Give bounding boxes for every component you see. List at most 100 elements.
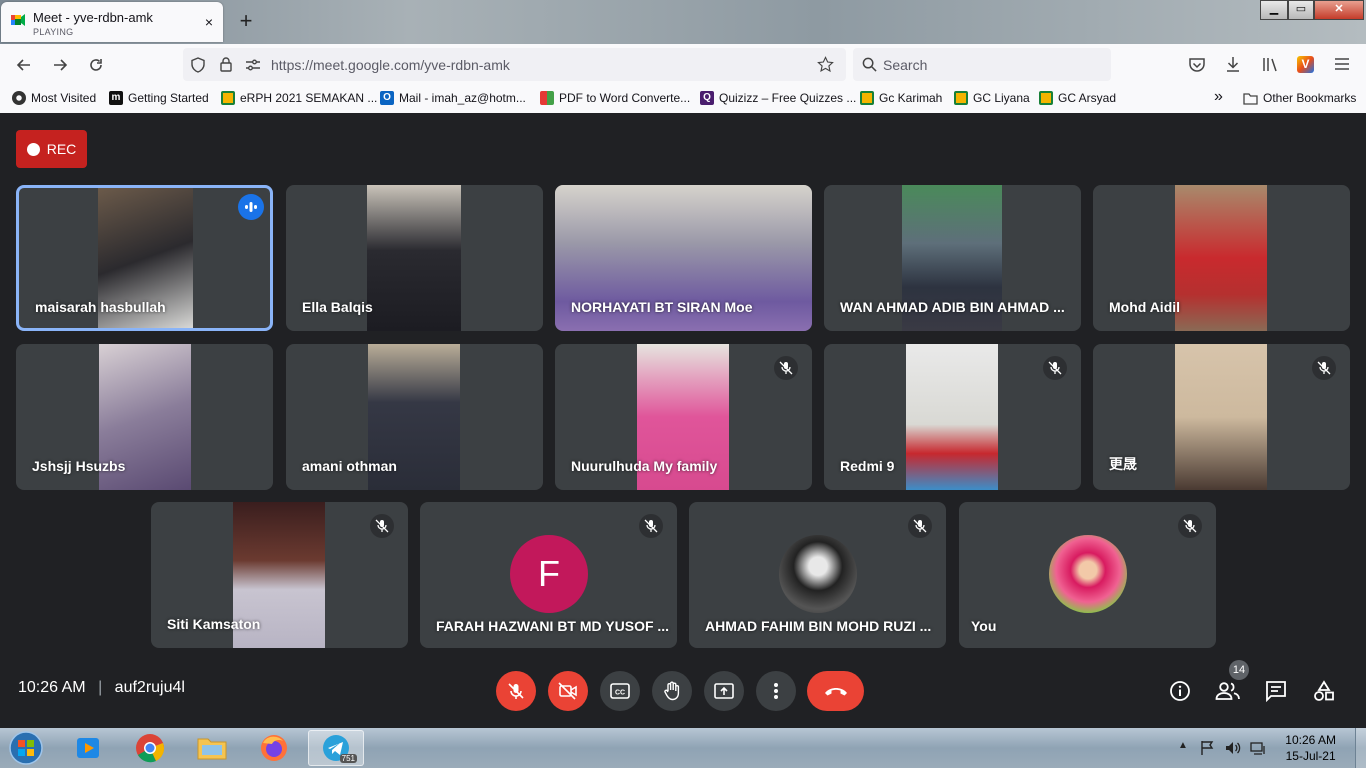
muted-mic-icon [774, 356, 798, 380]
media-player-icon [77, 738, 99, 758]
info-icon [1170, 681, 1190, 701]
downloads-icon[interactable] [1225, 56, 1241, 73]
permissions-icon[interactable] [245, 58, 261, 72]
activities-button[interactable] [1309, 676, 1339, 706]
address-bar[interactable]: https://meet.google.com/yve-rdbn-amk [183, 48, 846, 81]
participant-name: 更晟 [1109, 456, 1137, 472]
lock-icon[interactable] [220, 57, 232, 72]
participant-tile[interactable]: NORHAYATI BT SIRAN Moe [555, 185, 812, 331]
captions-icon: CC [610, 683, 630, 699]
record-dot-icon [26, 142, 40, 156]
bookmark-mail[interactable]: O Mail - imah_az@hotm... [380, 91, 526, 105]
bookmark-star-icon[interactable] [817, 56, 834, 73]
recording-indicator[interactable]: REC [16, 130, 87, 168]
participant-tile[interactable]: 更晟 [1093, 344, 1350, 490]
participant-name: Ella Balqis [302, 299, 373, 315]
captions-button[interactable]: CC [600, 671, 640, 711]
window-close-button[interactable]: ✕ [1314, 0, 1364, 20]
back-button[interactable] [12, 53, 36, 77]
mic-off-icon [508, 683, 524, 699]
muted-mic-icon [639, 514, 663, 538]
chrome-taskbar-button[interactable] [122, 730, 178, 766]
bookmarks-overflow-button[interactable]: » [1214, 88, 1223, 106]
reload-button[interactable] [84, 53, 108, 77]
tab-meet[interactable]: Meet - yve-rdbn-amk PLAYING × [1, 2, 223, 42]
new-tab-button[interactable]: + [236, 9, 256, 33]
file-explorer-taskbar-button[interactable] [184, 730, 240, 766]
separator: | [98, 679, 103, 696]
participant-tile[interactable]: Mohd Aidil [1093, 185, 1350, 331]
show-desktop-button[interactable] [1355, 728, 1366, 768]
telegram-taskbar-button[interactable]: 751 [308, 730, 364, 766]
present-screen-button[interactable] [704, 671, 744, 711]
participant-name: AHMAD FAHIM BIN MOHD RUZI ... [705, 618, 932, 634]
meeting-details-button[interactable] [1165, 676, 1195, 706]
participant-name: Nuurulhuda My family [571, 458, 718, 474]
library-icon[interactable] [1262, 57, 1279, 72]
bookmark-pdf-to-word[interactable]: PDF to Word Converte... [540, 91, 690, 105]
raise-hand-button[interactable] [652, 671, 692, 711]
bookmark-quizizz[interactable]: Q Quizizz – Free Quizzes ... [700, 91, 856, 105]
microphone-off-button[interactable] [496, 671, 536, 711]
maximize-button[interactable]: ▭ [1288, 0, 1314, 20]
bookmark-gc-karimah[interactable]: Gc Karimah [860, 91, 942, 105]
participant-name: Jshsjj Hsuzbs [32, 458, 126, 474]
people-button[interactable] [1213, 676, 1243, 706]
avatar [779, 535, 857, 613]
participant-name: WAN AHMAD ADIB BIN AHMAD ... [840, 299, 1065, 315]
url-text[interactable]: https://meet.google.com/yve-rdbn-amk [271, 57, 510, 73]
forward-button[interactable] [48, 53, 72, 77]
action-center-flag-icon[interactable] [1200, 740, 1214, 756]
participant-tile[interactable]: Nuurulhuda My family [555, 344, 812, 490]
bookmark-erph[interactable]: eRPH 2021 SEMAKAN ... [221, 91, 377, 105]
pocket-icon[interactable] [1188, 57, 1206, 73]
participant-tile[interactable]: Redmi 9 [824, 344, 1081, 490]
search-input[interactable]: Search [853, 48, 1111, 81]
forward-arrow-icon [54, 59, 68, 71]
participant-tile[interactable]: F FARAH HAZWANI BT MD YUSOF ... [420, 502, 677, 648]
show-hidden-icons-button[interactable]: ▲ [1178, 740, 1188, 751]
participant-tile[interactable]: WAN AHMAD ADIB BIN AHMAD ... [824, 185, 1081, 331]
windows-start-icon [9, 731, 43, 765]
chat-button[interactable] [1261, 676, 1291, 706]
firefox-taskbar-button[interactable] [246, 730, 302, 766]
bookmark-gc-liyana[interactable]: GC Liyana [954, 91, 1030, 105]
hang-up-icon [824, 688, 847, 696]
network-icon[interactable] [1250, 740, 1266, 756]
other-bookmarks[interactable]: Other Bookmarks [1243, 91, 1356, 105]
camera-off-button[interactable] [548, 671, 588, 711]
participant-tile[interactable]: Ella Balqis [286, 185, 543, 331]
extension-v-icon[interactable]: V [1297, 56, 1314, 73]
volume-icon[interactable] [1225, 740, 1241, 756]
search-icon [862, 57, 877, 72]
bookmarks-toolbar: Most Visited m Getting Started eRPH 2021 … [0, 85, 1366, 114]
chat-icon [1266, 681, 1286, 702]
minimize-button[interactable]: ▁ [1260, 0, 1288, 20]
avatar [1049, 535, 1127, 613]
menu-icon[interactable] [1334, 57, 1350, 71]
participant-tile[interactable]: maisarah hasbullah [16, 185, 273, 331]
muted-mic-icon [1178, 514, 1202, 538]
media-player-taskbar-button[interactable] [60, 730, 116, 766]
participant-tile[interactable]: Jshsjj Hsuzbs [16, 344, 273, 490]
speaking-indicator-icon [238, 194, 264, 220]
participant-tile[interactable]: You [959, 502, 1216, 648]
bookmark-gc-arsyad[interactable]: GC Arsyad [1039, 91, 1116, 105]
tab-status: PLAYING [33, 27, 74, 37]
gear-icon [12, 91, 26, 105]
shield-icon[interactable] [191, 57, 205, 73]
start-button[interactable] [0, 730, 52, 766]
chrome-icon [136, 734, 165, 763]
leave-call-button[interactable] [807, 671, 864, 711]
bookmark-getting-started[interactable]: m Getting Started [109, 91, 209, 105]
participant-tile[interactable]: AHMAD FAHIM BIN MOHD RUZI ... [689, 502, 946, 648]
participant-tile[interactable]: Siti Kamsaton [151, 502, 408, 648]
clock-date: 15-Jul-21 [1285, 749, 1336, 763]
system-clock[interactable]: 10:26 AM 15-Jul-21 [1285, 732, 1336, 764]
participant-tile[interactable]: amani othman [286, 344, 543, 490]
meeting-time: 10:26 AM [18, 679, 86, 696]
meeting-details: 10:26 AM | auf2ruju4l [18, 679, 185, 697]
tab-close-icon[interactable]: × [205, 14, 213, 30]
bookmark-most-visited[interactable]: Most Visited [12, 91, 96, 105]
more-options-button[interactable] [756, 671, 796, 711]
